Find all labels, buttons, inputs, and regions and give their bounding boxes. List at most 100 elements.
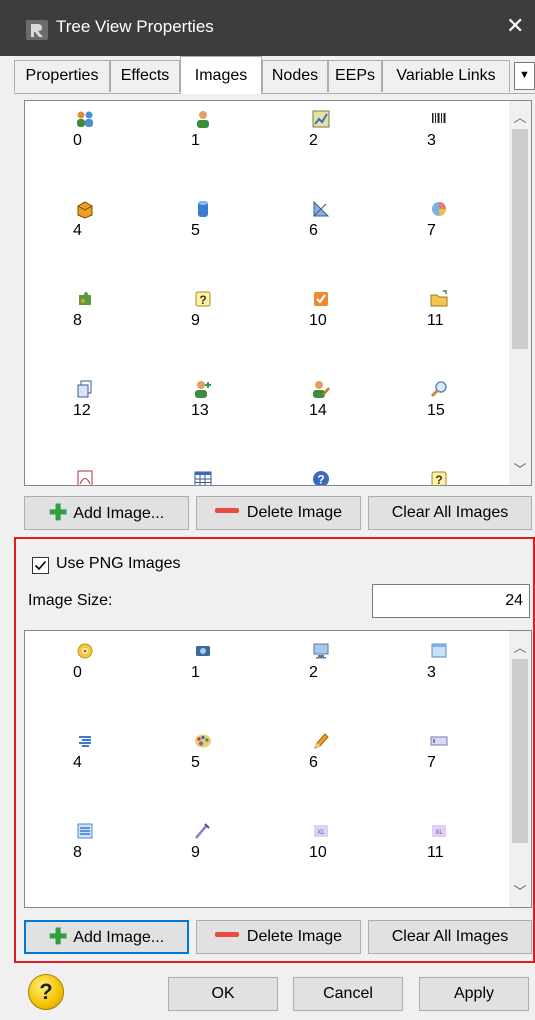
tab-eeps[interactable]: EEPs bbox=[328, 60, 382, 92]
image-index-label: 10 bbox=[309, 844, 327, 861]
clock-icon bbox=[77, 643, 93, 659]
image-list-item[interactable]: 3 bbox=[427, 641, 489, 701]
apply-button[interactable]: Apply bbox=[419, 977, 529, 1011]
close-icon[interactable]: ✕ bbox=[506, 13, 524, 39]
add-image-label: Add Image... bbox=[73, 505, 165, 522]
user-edit-icon bbox=[313, 381, 330, 398]
image-list-item[interactable]: 11 bbox=[427, 289, 489, 349]
image-list-item[interactable]: 9 bbox=[191, 821, 253, 881]
scroll-up-icon[interactable]: ︿ bbox=[509, 637, 531, 659]
image-list-item[interactable]: 8 bbox=[73, 821, 135, 881]
image-list-item[interactable]: 2 bbox=[309, 109, 371, 169]
image-index-label: 15 bbox=[427, 402, 445, 419]
image-list-item[interactable]: ? 9 bbox=[191, 289, 253, 349]
image-list-item[interactable]: 10 bbox=[309, 289, 371, 349]
magnifier-icon bbox=[430, 381, 447, 398]
image-index-label: 14 bbox=[309, 402, 327, 419]
image-list-item[interactable]: 0 bbox=[73, 109, 135, 169]
image-list-item[interactable]: 3 bbox=[427, 109, 489, 169]
xl-icon: XL bbox=[432, 825, 446, 837]
delete-image-button[interactable]: Delete Image bbox=[196, 496, 361, 530]
image-index-label: 9 bbox=[191, 312, 200, 329]
tab-effects[interactable]: Effects bbox=[110, 60, 180, 92]
image-list-item[interactable]: 2 bbox=[309, 641, 371, 701]
camera-icon bbox=[196, 646, 210, 656]
image-index-label: 0 bbox=[73, 132, 82, 149]
png-add-image-button[interactable]: ✚ Add Image... bbox=[24, 920, 189, 954]
checkbox-icon bbox=[314, 292, 328, 306]
cancel-button[interactable]: Cancel bbox=[293, 977, 403, 1011]
use-png-label: Use PNG Images bbox=[56, 555, 181, 572]
user-icon bbox=[197, 111, 209, 128]
image-list-item[interactable]: 4 bbox=[73, 199, 135, 259]
puzzle-icon bbox=[79, 292, 91, 305]
png-image-list-scrollbar[interactable]: ︿ ﹀ bbox=[509, 631, 531, 907]
minus-icon bbox=[214, 508, 239, 513]
scroll-down-icon[interactable]: ﹀ bbox=[509, 459, 531, 481]
image-list-item[interactable]: ? bbox=[429, 469, 489, 486]
tab-images[interactable]: Images bbox=[180, 56, 262, 94]
image-list-item[interactable]: 4 bbox=[73, 731, 135, 791]
pdf-icon bbox=[77, 470, 93, 485]
image-index-label: 11 bbox=[427, 312, 444, 329]
tab-overflow-dropdown[interactable]: ▼ bbox=[514, 62, 535, 90]
scroll-thumb[interactable] bbox=[512, 129, 528, 349]
add-image-button[interactable]: ✚ Add Image... bbox=[24, 496, 189, 530]
image-list-item[interactable]: 8 bbox=[73, 289, 135, 349]
image-list-item[interactable]: 14 bbox=[309, 379, 371, 439]
delete-image-label: Delete Image bbox=[246, 504, 343, 521]
form-icon bbox=[77, 823, 93, 839]
tab-nodes[interactable]: Nodes bbox=[262, 60, 328, 92]
image-list-item[interactable]: 13 bbox=[191, 379, 253, 439]
tab-variable-links[interactable]: Variable Links bbox=[382, 60, 510, 92]
scroll-down-icon[interactable]: ﹀ bbox=[509, 881, 531, 903]
xl-icon: XL bbox=[314, 825, 328, 837]
minus-icon bbox=[214, 932, 239, 937]
box-icon bbox=[77, 201, 93, 219]
image-list-item[interactable]: 15 bbox=[427, 379, 489, 439]
image-index-label: 0 bbox=[73, 664, 82, 681]
image-list-item[interactable]: 6 bbox=[309, 731, 371, 791]
scroll-up-icon[interactable]: ︿ bbox=[509, 107, 531, 129]
ruler-triangle-icon bbox=[313, 200, 330, 217]
svg-text:?: ? bbox=[317, 473, 324, 487]
image-list-item[interactable]: 6 bbox=[309, 199, 371, 259]
left-edge bbox=[0, 56, 14, 1020]
svg-text:XL: XL bbox=[435, 830, 443, 836]
image-list-item[interactable]: XL 10 bbox=[309, 821, 371, 881]
image-size-input[interactable]: 24 bbox=[372, 584, 530, 618]
use-png-checkbox[interactable] bbox=[32, 557, 49, 574]
image-list-item[interactable]: 0 bbox=[73, 641, 135, 701]
image-list-item[interactable]: 5 bbox=[191, 199, 253, 259]
image-list-item[interactable]: 7 bbox=[427, 731, 489, 791]
image-list-item[interactable]: 5 bbox=[191, 731, 253, 791]
image-list-scrollbar[interactable]: ︿ ﹀ bbox=[509, 101, 531, 485]
image-list-item[interactable]: ? bbox=[311, 469, 371, 487]
list-icon bbox=[79, 736, 91, 747]
image-list-item[interactable]: 7 bbox=[427, 199, 489, 259]
image-list-item[interactable]: 12 bbox=[73, 379, 135, 439]
monitor-icon bbox=[313, 643, 329, 659]
png-image-list[interactable]: ︿ ﹀ 0 1 2 3 4 5 6 7 8 9 XL 10 XL 11 bbox=[24, 630, 532, 908]
svg-text:?: ? bbox=[435, 473, 442, 486]
image-index-label: 7 bbox=[427, 222, 436, 239]
ok-button[interactable]: OK bbox=[168, 977, 278, 1011]
image-list-item[interactable]: 1 bbox=[191, 641, 253, 701]
image-index-label: 8 bbox=[73, 844, 82, 861]
chart-edit-icon bbox=[312, 110, 330, 128]
help-icon[interactable]: ? bbox=[28, 974, 64, 1010]
pen-icon bbox=[195, 823, 210, 839]
png-delete-image-button[interactable]: Delete Image bbox=[196, 920, 361, 954]
tab-properties[interactable]: Properties bbox=[14, 60, 110, 92]
png-add-image-label: Add Image... bbox=[73, 929, 165, 946]
image-list-item[interactable]: XL 11 bbox=[427, 821, 489, 881]
image-index-label: 13 bbox=[191, 402, 209, 419]
image-index-label: 9 bbox=[191, 844, 200, 861]
image-list-item[interactable] bbox=[193, 469, 253, 485]
image-list[interactable]: ︿ ﹀ 0 1 2 3 4 5 6 7 8? 9 10 11 12 13 14 15?? bbox=[24, 100, 532, 486]
image-list-item[interactable]: 1 bbox=[191, 109, 253, 169]
scroll-thumb[interactable] bbox=[512, 659, 528, 843]
png-clear-all-images-button[interactable]: Clear All Images bbox=[368, 920, 532, 954]
image-list-item[interactable] bbox=[75, 469, 135, 485]
clear-all-images-button[interactable]: Clear All Images bbox=[368, 496, 532, 530]
